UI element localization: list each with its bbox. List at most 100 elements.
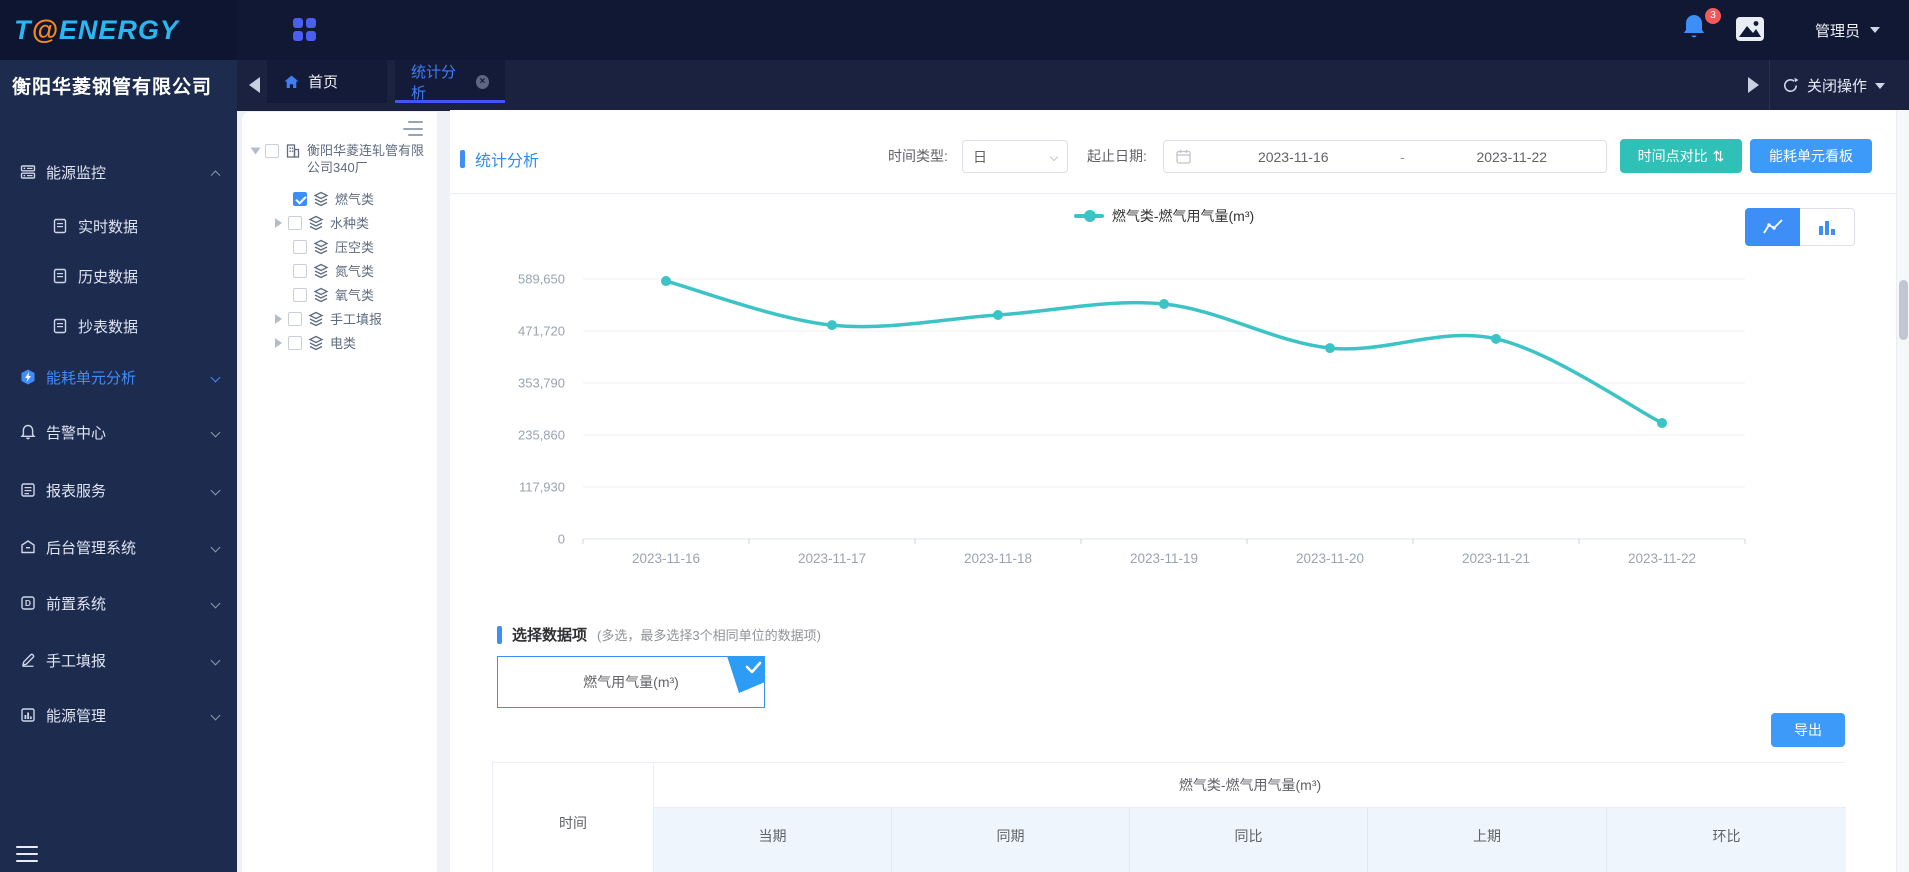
sidebar-item-label: 前置系统: [46, 595, 107, 613]
svg-text:117,930: 117,930: [519, 480, 565, 495]
bar-chart-icon: [1819, 221, 1835, 235]
select-data-note: (多选，最多选择3个相同单位的数据项): [597, 628, 821, 643]
svg-text:2023-11-19: 2023-11-19: [1130, 551, 1198, 566]
date-start-value[interactable]: 2023-11-16: [1199, 149, 1388, 165]
time-type-select[interactable]: 日: [962, 140, 1068, 173]
svg-text:2023-11-16: 2023-11-16: [632, 551, 700, 566]
tree-node-label: 压空类: [335, 240, 375, 255]
sidebar-item-energy-unit-analysis[interactable]: 能耗单元分析: [0, 357, 237, 397]
tree-node-water[interactable]: 水种类: [275, 213, 369, 232]
line-chart-icon: [1762, 219, 1783, 234]
select-data-section-title: 选择数据项 (多选，最多选择3个相同单位的数据项): [497, 624, 821, 645]
chart-legend[interactable]: 燃气类-燃气用气量(m³): [583, 206, 1745, 226]
svg-text:471,720: 471,720: [518, 324, 565, 339]
title-accent-bar: [460, 150, 465, 168]
notification-bell[interactable]: 3: [1681, 8, 1721, 48]
bar-chart-toggle-button[interactable]: [1800, 208, 1855, 246]
scrollbar-thumb[interactable]: [1899, 280, 1908, 340]
caret-down-icon: [1870, 27, 1881, 33]
sidebar-item-label: 报表服务: [46, 482, 107, 500]
tree-node-oxygen[interactable]: 氧气类: [293, 285, 374, 304]
tab-home[interactable]: 首页: [267, 60, 387, 103]
tabs-scroll-left-icon[interactable]: [249, 77, 260, 93]
tree-node-company[interactable]: 衡阳华菱连轧管有限公司340厂: [250, 142, 425, 176]
sidebar-item-manual-fill[interactable]: 手工填报: [0, 640, 237, 680]
caret-collapsed-icon[interactable]: [275, 217, 282, 228]
building-icon: [286, 144, 300, 158]
data-item-card-selected[interactable]: 燃气用气量(m³): [497, 656, 765, 708]
sidebar-item-energy-management[interactable]: 能源管理: [0, 695, 237, 735]
user-menu[interactable]: 管理员: [1815, 0, 1881, 60]
sidebar-item-label: 后台管理系统: [46, 539, 137, 557]
tab-statistics-analysis[interactable]: 统计分析 ×: [395, 60, 505, 103]
time-point-compare-button[interactable]: 时间点对比 ⇅: [1620, 139, 1742, 173]
org-tree-panel: 衡阳华菱连轧管有限公司340厂 燃气类 水种类 压空类 氮气类 氧气类 手工填报…: [242, 112, 437, 872]
date-range-input[interactable]: 2023-11-16 - 2023-11-22: [1163, 140, 1607, 173]
date-range-label: 起止日期:: [1087, 148, 1147, 164]
selected-checkmark-ribbon-icon: [727, 656, 765, 693]
export-button[interactable]: 导出: [1771, 713, 1845, 747]
title-accent-bar: [497, 625, 502, 644]
sidebar-collapse-icon[interactable]: [16, 846, 38, 862]
tab-close-icon[interactable]: ×: [475, 74, 489, 89]
vertical-scrollbar[interactable]: [1896, 110, 1909, 872]
sidebar-item-energy-monitor[interactable]: 能源监控: [0, 152, 237, 192]
sidebar-item-realtime-data[interactable]: 实时数据: [0, 206, 237, 246]
svg-text:2023-11-21: 2023-11-21: [1462, 551, 1530, 566]
header-divider: [450, 193, 1896, 194]
tree-node-compressed-air[interactable]: 压空类: [293, 237, 374, 256]
tree-checkbox[interactable]: [293, 263, 307, 278]
sidebar-item-alarm-center[interactable]: 告警中心: [0, 412, 237, 452]
tab-actions-dropdown[interactable]: 关闭操作: [1769, 60, 1909, 111]
alarm-bell-icon: [20, 424, 36, 440]
tree-checkbox[interactable]: [265, 144, 279, 158]
chevron-down-icon: [210, 427, 221, 437]
layers-icon: [313, 191, 329, 206]
tree-checkbox[interactable]: [288, 215, 302, 230]
tab-label: 首页: [308, 74, 339, 91]
svg-text:D: D: [25, 598, 31, 608]
chevron-down-icon: [1049, 152, 1059, 161]
tree-node-electric[interactable]: 电类: [275, 333, 356, 352]
legend-label: 燃气类-燃气用气量(m³): [1111, 208, 1255, 224]
tab-label: 统计分析: [411, 63, 457, 102]
energy-unit-kanban-button[interactable]: 能耗单元看板: [1750, 139, 1872, 173]
svg-text:353,790: 353,790: [518, 376, 565, 391]
sidebar-item-frontend-system[interactable]: D 前置系统: [0, 583, 237, 623]
caret-collapsed-icon[interactable]: [275, 337, 282, 348]
tree-collapse-icon[interactable]: [403, 121, 423, 136]
company-name: 衡阳华菱钢管有限公司: [12, 77, 213, 98]
chevron-up-icon: [210, 169, 221, 180]
chevron-down-icon: [210, 542, 221, 552]
admin-icon: [21, 540, 35, 554]
frontend-icon: D: [21, 596, 35, 610]
sidebar-item-history-data[interactable]: 历史数据: [0, 256, 237, 296]
tab-bar: 首页 统计分析 × 关闭操作: [237, 60, 1909, 111]
tabs-scroll-right-icon[interactable]: [1748, 77, 1759, 93]
data-table: 时间 燃气类-燃气用气量(m³) 当期 同期 同比 上期 环比: [492, 762, 1846, 872]
tree-checkbox[interactable]: [293, 287, 307, 302]
tree-node-label: 手工填报: [330, 312, 383, 327]
line-chart-toggle-button[interactable]: [1745, 208, 1800, 246]
report-icon: [21, 483, 35, 497]
tree-node-gas[interactable]: 燃气类: [293, 189, 374, 208]
date-end-value[interactable]: 2023-11-22: [1418, 149, 1607, 165]
caret-expanded-icon[interactable]: [250, 147, 261, 155]
sidebar-item-report-service[interactable]: 报表服务: [0, 470, 237, 510]
apps-grid-icon[interactable]: [293, 18, 317, 42]
tree-checkbox[interactable]: [288, 311, 302, 326]
document-icon: [53, 218, 67, 234]
sidebar-item-meter-data[interactable]: 抄表数据: [0, 306, 237, 346]
tree-node-nitrogen[interactable]: 氮气类: [293, 261, 374, 280]
bar-chart-icon: [21, 708, 35, 722]
svg-text:235,860: 235,860: [518, 428, 565, 443]
caret-collapsed-icon[interactable]: [275, 313, 282, 324]
document-icon: [53, 268, 67, 284]
tree-checkbox-checked[interactable]: [293, 191, 307, 206]
tree-checkbox[interactable]: [293, 239, 307, 254]
tree-node-manual-fill[interactable]: 手工填报: [275, 309, 382, 328]
tree-checkbox[interactable]: [288, 335, 302, 350]
chevron-down-icon: [210, 655, 221, 665]
screenshot-image-icon[interactable]: [1735, 16, 1765, 42]
sidebar-item-backend-admin[interactable]: 后台管理系统: [0, 527, 237, 567]
